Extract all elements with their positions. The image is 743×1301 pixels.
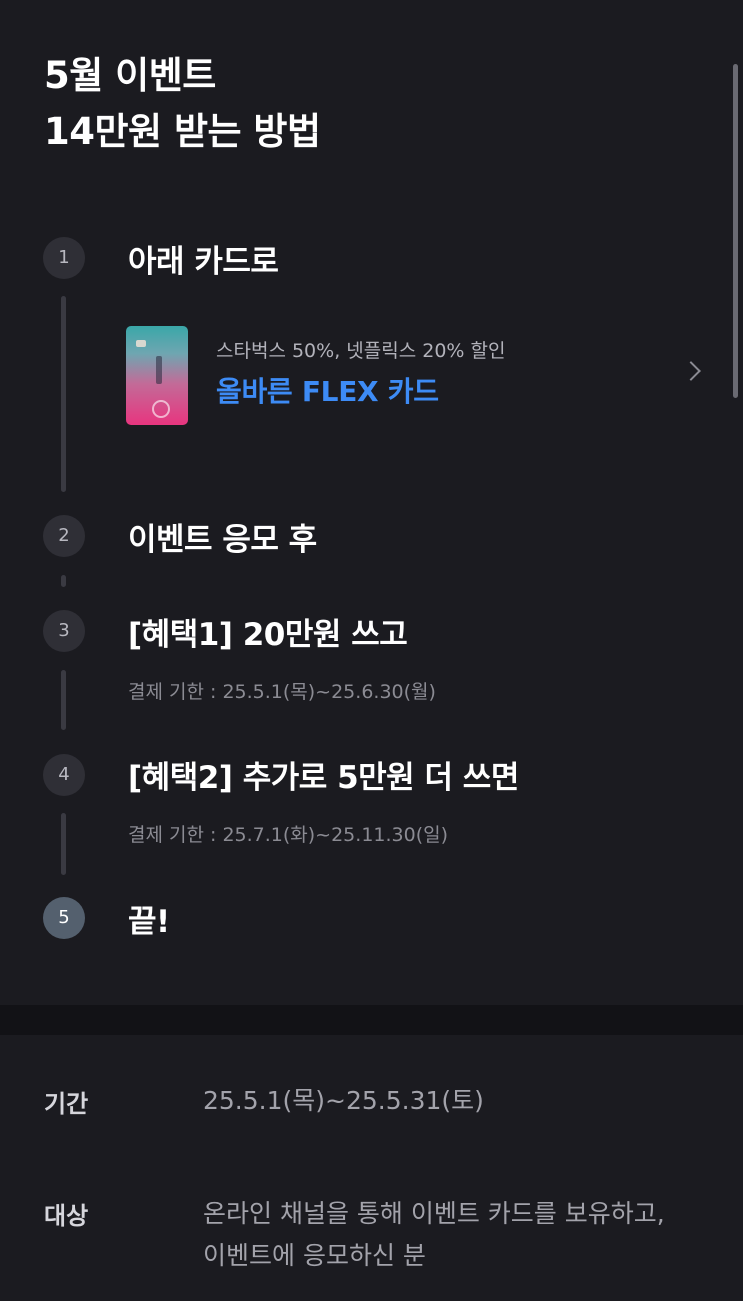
card-chip-icon <box>136 340 146 347</box>
card-image <box>126 326 188 425</box>
step-sub-3: 결제 기한 : 25.5.1(목)~25.6.30(월) <box>128 681 436 703</box>
step-number-5: 5 <box>43 897 85 939</box>
step-number-3: 3 <box>43 610 85 652</box>
chevron-right-icon[interactable] <box>681 361 701 381</box>
step-title-3: [혜택1] 20만원 쓰고 <box>128 617 408 653</box>
step-number-1: 1 <box>43 237 85 279</box>
step-title-4: [혜택2] 추가로 5만원 더 쓰면 <box>128 760 519 796</box>
step-connector-1 <box>61 296 66 492</box>
target-value-line1: 온라인 채널을 통해 이벤트 카드를 보유하고, <box>203 1199 665 1228</box>
section-divider <box>0 1005 743 1035</box>
period-value: 25.5.1(목)~25.5.31(토) <box>203 1086 484 1115</box>
card-description: 스타벅스 50%, 넷플릭스 20% 할인 <box>216 340 506 362</box>
page-title-line2: 14만원 받는 방법 <box>44 110 321 153</box>
page-title-line1: 5월 이벤트 <box>44 54 216 97</box>
target-value-line2: 이벤트에 응모하신 분 <box>203 1241 426 1270</box>
card-name: 올바른 FLEX 카드 <box>216 375 439 408</box>
target-label: 대상 <box>44 1202 89 1230</box>
step-connector-3 <box>61 670 66 730</box>
step-number-2: 2 <box>43 515 85 557</box>
card-brand-mark <box>156 356 162 384</box>
scrollbar[interactable] <box>733 64 738 398</box>
step-title-5: 끝! <box>128 904 170 940</box>
step-connector-4 <box>61 813 66 875</box>
step-number-4: 4 <box>43 754 85 796</box>
step-sub-4: 결제 기한 : 25.7.1(화)~25.11.30(일) <box>128 824 449 846</box>
step-title-2: 이벤트 응모 후 <box>128 522 317 558</box>
step-connector-2 <box>61 575 66 587</box>
period-label: 기간 <box>44 1090 89 1118</box>
card-link[interactable]: 스타벅스 50%, 넷플릭스 20% 할인 올바른 FLEX 카드 <box>126 326 706 426</box>
card-emblem-icon <box>152 400 170 418</box>
event-page: 5월 이벤트 14만원 받는 방법 1 아래 카드로 스타벅스 50%, 넷플릭… <box>0 0 743 1301</box>
step-title-1: 아래 카드로 <box>128 244 279 280</box>
page-title: 5월 이벤트 14만원 받는 방법 <box>44 48 321 160</box>
